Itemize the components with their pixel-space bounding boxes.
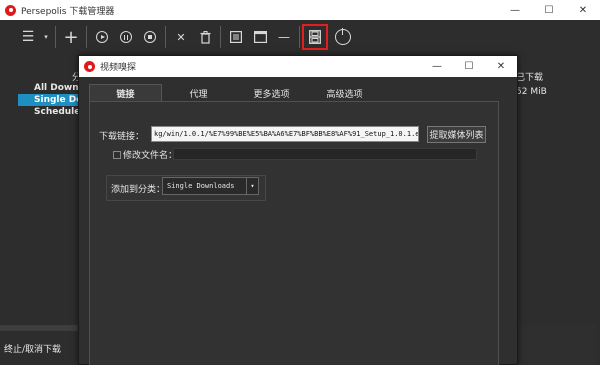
dialog-close-button[interactable]: ✕ — [485, 56, 517, 77]
pause-icon[interactable] — [114, 25, 138, 49]
downloaded-size-cell: 52 MiB — [516, 87, 547, 97]
dropdown-icon[interactable]: ▾ — [40, 25, 52, 49]
stop-icon[interactable] — [138, 25, 162, 49]
status-bar-text: 终止/取消下载 — [4, 345, 62, 355]
tab-advanced-options[interactable]: 高级选项 — [308, 84, 381, 102]
download-link-input[interactable]: kg/win/1.0.1/%E7%99%BE%E5%BA%A6%E7%BF%BB… — [151, 126, 419, 142]
fetch-media-list-button[interactable]: 提取媒体列表 — [427, 126, 486, 143]
window-title: Persepolis 下载管理器 — [21, 6, 115, 17]
category-select-value: Single Downloads — [167, 182, 235, 190]
toolbar-divider — [55, 26, 56, 48]
tab-link[interactable]: 链接 — [89, 84, 162, 102]
category-item-single[interactable]: Single Downloads — [18, 94, 84, 106]
toolbar-divider — [220, 26, 221, 48]
dialog-logo-icon — [84, 61, 95, 72]
minimize-icon[interactable]: — — [272, 25, 296, 49]
chevron-down-icon: ▾ — [246, 178, 258, 194]
main-titlebar: Persepolis 下载管理器 — ☐ ✕ — [0, 0, 600, 20]
rename-field[interactable] — [173, 148, 477, 160]
category-item-scheduled[interactable]: Scheduled Downloads — [18, 106, 84, 118]
menu-icon[interactable]: ☰ — [16, 25, 40, 49]
window-icon[interactable] — [248, 25, 272, 49]
maximize-window-button[interactable]: ☐ — [532, 0, 566, 20]
tab-more-options[interactable]: 更多选项 — [235, 84, 308, 102]
category-select[interactable]: Single Downloads ▾ — [162, 177, 259, 195]
dialog-title: 视频嗅探 — [100, 63, 137, 73]
video-finder-dialog: 视频嗅探 — ☐ ✕ 链接 代理 更多选项 高级选项 下载链接： kg/win/… — [78, 55, 518, 365]
window-controls: — ☐ ✕ — [498, 0, 600, 20]
rename-checkbox-label: 修改文件名： — [123, 151, 178, 161]
dialog-titlebar: 视频嗅探 — ☐ ✕ — [79, 56, 517, 77]
add-to-category-label: 添加到分类： — [111, 185, 166, 195]
category-item-all[interactable]: All Downloads — [18, 82, 84, 94]
minimize-window-button[interactable]: — — [498, 0, 532, 20]
downloaded-column-header: 已下载 — [516, 73, 544, 83]
toolbar-divider — [165, 26, 166, 48]
delete-icon[interactable]: ✕ — [169, 25, 193, 49]
trash-icon[interactable] — [193, 25, 217, 49]
play-icon[interactable] — [90, 25, 114, 49]
table-scroll-area — [516, 325, 596, 365]
video-finder-icon[interactable] — [302, 24, 328, 50]
add-icon[interactable]: + — [59, 25, 83, 49]
shutdown-icon[interactable] — [331, 25, 355, 49]
toolbar-divider — [299, 26, 300, 48]
sidebar-scrollbar[interactable] — [0, 325, 86, 331]
app-logo-icon — [5, 4, 16, 16]
dialog-minimize-button[interactable]: — — [421, 56, 453, 77]
close-window-button[interactable]: ✕ — [566, 0, 600, 20]
toolbar-divider — [86, 26, 87, 48]
dialog-maximize-button[interactable]: ☐ — [453, 56, 485, 77]
rename-checkbox[interactable] — [113, 151, 121, 159]
tab-proxy[interactable]: 代理 — [162, 84, 235, 102]
dialog-window-controls: — ☐ ✕ — [421, 56, 517, 77]
download-link-label: 下载链接： — [99, 132, 145, 142]
toolbar: ☰ ▾ + ✕ — — [0, 20, 600, 54]
dialog-tabs: 链接 代理 更多选项 高级选项 — [89, 84, 381, 102]
category-list: All Downloads Single Downloads Scheduled… — [18, 82, 84, 118]
properties-icon[interactable] — [224, 25, 248, 49]
